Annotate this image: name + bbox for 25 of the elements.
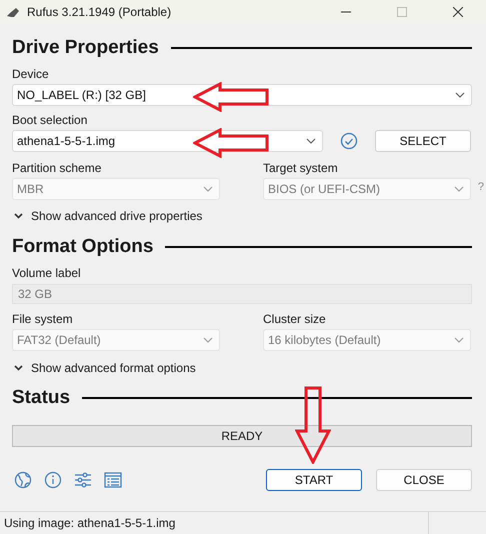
select-button[interactable]: SELECT [375, 130, 471, 152]
log-icon[interactable] [104, 471, 122, 489]
field-label: Cluster size [263, 312, 327, 327]
usb-drive-icon [6, 7, 20, 17]
window-title: Rufus 3.21.1949 (Portable) [27, 5, 172, 19]
start-button[interactable]: START [266, 469, 362, 491]
settings-icon[interactable] [74, 471, 92, 489]
section-heading: Status [12, 387, 70, 409]
close-button[interactable]: CLOSE [376, 469, 472, 491]
expander-link[interactable]: Show advanced drive properties [31, 209, 202, 223]
dropdown[interactable]: athena1-5-5-1.img [12, 130, 323, 152]
field-label: Partition scheme [12, 161, 102, 176]
globe-icon[interactable] [14, 471, 32, 489]
expander-link[interactable]: Show advanced format options [31, 361, 196, 375]
dropdown[interactable]: NO_LABEL (R:) [32 GB] [12, 84, 472, 106]
info-icon[interactable] [44, 471, 62, 489]
section-heading: Format Options [12, 236, 154, 258]
field-label: Volume label [12, 266, 82, 281]
field-label: Device [12, 67, 50, 82]
field-label: Target system [263, 161, 339, 176]
section-heading: Drive Properties [12, 37, 159, 59]
field-label: Boot selection [12, 113, 88, 128]
close-icon[interactable] [453, 7, 463, 17]
status-text: Using image: athena1-5-5-1.img [3, 516, 176, 530]
field-label: File system [12, 312, 74, 327]
